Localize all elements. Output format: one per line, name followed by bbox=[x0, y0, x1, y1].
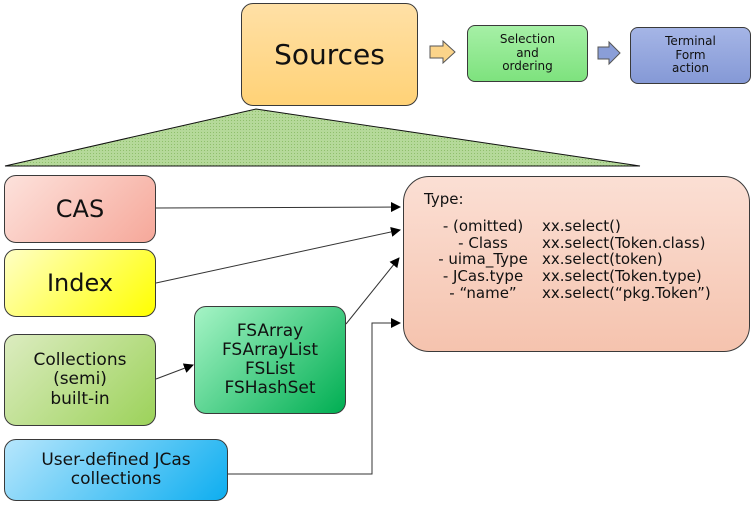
user-defined-box: User-defined JCas collections bbox=[4, 439, 228, 501]
type-row: - uima_Type xx.select(token) bbox=[424, 251, 663, 268]
block-arrow-selection-to-terminal bbox=[597, 40, 621, 66]
type-kind: - (omitted) bbox=[442, 216, 524, 235]
index-box: Index bbox=[4, 249, 156, 317]
selection-line: ordering bbox=[502, 59, 553, 74]
selection-line: and bbox=[516, 45, 539, 60]
type-kind: - “name” bbox=[449, 283, 517, 302]
type-row: - JCas.type xx.select(Token.type) bbox=[424, 268, 702, 285]
fs-collections-box: FSArray FSArrayList FSList FSHashSet bbox=[194, 306, 346, 414]
type-box: Type: - (omitted) xx.select() - Class xx… bbox=[403, 176, 750, 352]
fan-triangle bbox=[4, 108, 641, 167]
terminal-line: Terminal bbox=[665, 34, 716, 49]
fs-collection-item: FSList bbox=[245, 359, 295, 379]
terminal-line: Form bbox=[675, 47, 706, 62]
type-kind: - Class bbox=[458, 233, 508, 252]
type-example: xx.select() bbox=[542, 216, 621, 235]
type-row: - Class xx.select(Token.class) bbox=[424, 233, 706, 252]
selection-line: Selection bbox=[499, 32, 556, 47]
fs-collection-item: FSArrayList bbox=[221, 339, 319, 360]
type-example: xx.select(Token.class) bbox=[542, 233, 706, 252]
type-example: xx.select(“pkg.Token”) bbox=[542, 283, 711, 302]
type-kind: - uima_Type bbox=[438, 250, 528, 269]
fs-collection-item: FSArray bbox=[236, 320, 304, 341]
user-defined-line: User-defined JCas bbox=[41, 449, 191, 470]
terminal-box: Terminal Form action bbox=[630, 27, 751, 84]
cas-box: CAS bbox=[4, 175, 156, 243]
terminal-line: action bbox=[672, 61, 709, 76]
sources-label: Sources bbox=[274, 37, 385, 71]
type-example: xx.select(Token.type) bbox=[542, 267, 702, 286]
collections-line: Collections bbox=[33, 350, 127, 371]
type-row: - (omitted) xx.select() bbox=[424, 216, 621, 235]
index-label: Index bbox=[46, 268, 114, 297]
selection-box: Selection and ordering bbox=[467, 25, 588, 82]
fs-collection-item: FSHashSet bbox=[224, 378, 316, 399]
sources-box: Sources bbox=[241, 3, 418, 106]
arrow-collections-to-fs bbox=[155, 363, 194, 380]
collections-line: (semi) bbox=[53, 369, 107, 390]
user-defined-line: collections bbox=[70, 469, 162, 489]
cas-label: CAS bbox=[55, 194, 105, 223]
collections-box: Collections (semi) built-in bbox=[4, 334, 156, 426]
block-arrow-sources-to-selection bbox=[429, 39, 456, 65]
type-row: - “name” xx.select(“pkg.Token”) bbox=[424, 283, 711, 302]
collections-line: built-in bbox=[50, 388, 110, 409]
arrow-cas-to-type bbox=[155, 202, 401, 213]
type-kind: - JCas.type bbox=[442, 267, 524, 286]
type-example: xx.select(token) bbox=[542, 250, 663, 269]
type-box-title: Type: bbox=[424, 190, 464, 208]
arrow-fs-to-type bbox=[345, 257, 400, 325]
arrow-index-to-type bbox=[155, 227, 401, 284]
